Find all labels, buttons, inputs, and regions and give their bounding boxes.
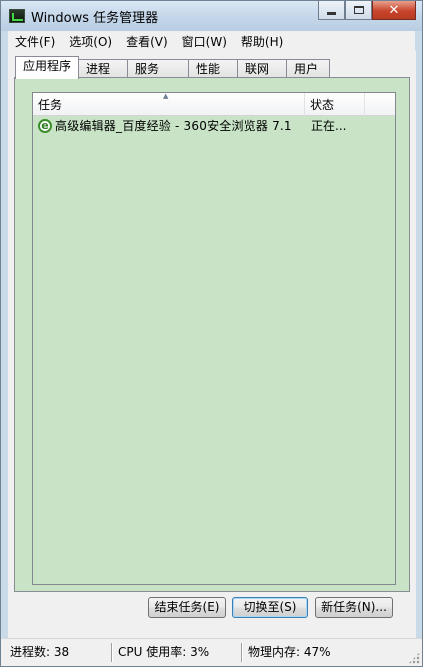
menu-file[interactable]: 文件(F)	[8, 33, 62, 50]
end-task-button[interactable]: 结束任务(E)	[148, 597, 226, 618]
table-row[interactable]: e 高级编辑器_百度经验 - 360安全浏览器 7.1 正在...	[33, 117, 395, 136]
column-header-task-label: 任务	[38, 98, 63, 112]
task-name: 高级编辑器_百度经验 - 360安全浏览器 7.1	[55, 119, 292, 133]
tab-services[interactable]: 服务	[127, 59, 190, 79]
resize-grip-icon[interactable]	[408, 652, 420, 664]
menu-bar: 文件(F) 选项(O) 查看(V) 窗口(W) 帮助(H)	[8, 31, 415, 51]
tab-users[interactable]: 用户	[286, 59, 331, 79]
cpu-usage: CPU 使用率: 3%	[118, 645, 210, 659]
task-manager-icon	[9, 9, 25, 23]
switch-to-button[interactable]: 切换至(S)	[232, 597, 308, 618]
column-header-status-label: 状态	[310, 98, 335, 112]
status-divider	[241, 643, 243, 662]
column-header-task[interactable]: 任务 ▲	[33, 92, 305, 116]
minimize-icon	[327, 11, 336, 15]
menu-view[interactable]: 查看(V)	[119, 33, 175, 50]
client-area: 应用程序 进程 服务 性能 联网 用户 任务 ▲ 状态 e 高级编辑器_百度经验…	[8, 51, 416, 638]
task-list[interactable]: 任务 ▲ 状态 e 高级编辑器_百度经验 - 360安全浏览器 7.1 正在..…	[32, 92, 396, 585]
tab-processes[interactable]: 进程	[78, 59, 129, 79]
memory-usage: 物理内存: 47%	[248, 645, 331, 659]
task-list-header: 任务 ▲ 状态	[33, 92, 395, 116]
task-status: 正在...	[311, 119, 347, 133]
caption-buttons: ✕	[318, 1, 416, 21]
window-title: Windows 任务管理器	[31, 11, 159, 26]
maximize-icon	[353, 6, 364, 14]
task-manager-window: Windows 任务管理器 ✕ 文件(F) 选项(O) 查看(V) 窗口(W) …	[0, 0, 423, 667]
menu-options[interactable]: 选项(O)	[62, 33, 119, 50]
tab-performance[interactable]: 性能	[188, 59, 239, 79]
status-bar: 进程数: 38 CPU 使用率: 3% 物理内存: 47%	[1, 638, 422, 666]
minimize-button[interactable]	[318, 1, 345, 20]
title-bar[interactable]: Windows 任务管理器 ✕	[1, 1, 422, 31]
browser-icon: e	[38, 119, 52, 133]
sort-ascending-icon: ▲	[163, 92, 169, 100]
process-count: 进程数: 38	[10, 645, 70, 659]
tab-networking[interactable]: 联网	[237, 59, 288, 79]
column-header-status[interactable]: 状态	[305, 93, 365, 116]
close-icon: ✕	[388, 2, 400, 18]
menu-help[interactable]: 帮助(H)	[234, 33, 290, 50]
maximize-button[interactable]	[345, 1, 372, 20]
status-divider	[111, 643, 113, 662]
tab-applications[interactable]: 应用程序	[15, 56, 80, 79]
new-task-button[interactable]: 新任务(N)...	[315, 597, 393, 618]
tab-strip: 应用程序 进程 服务 性能 联网 用户	[15, 56, 331, 79]
menu-window[interactable]: 窗口(W)	[175, 33, 234, 50]
close-button[interactable]: ✕	[372, 1, 416, 20]
